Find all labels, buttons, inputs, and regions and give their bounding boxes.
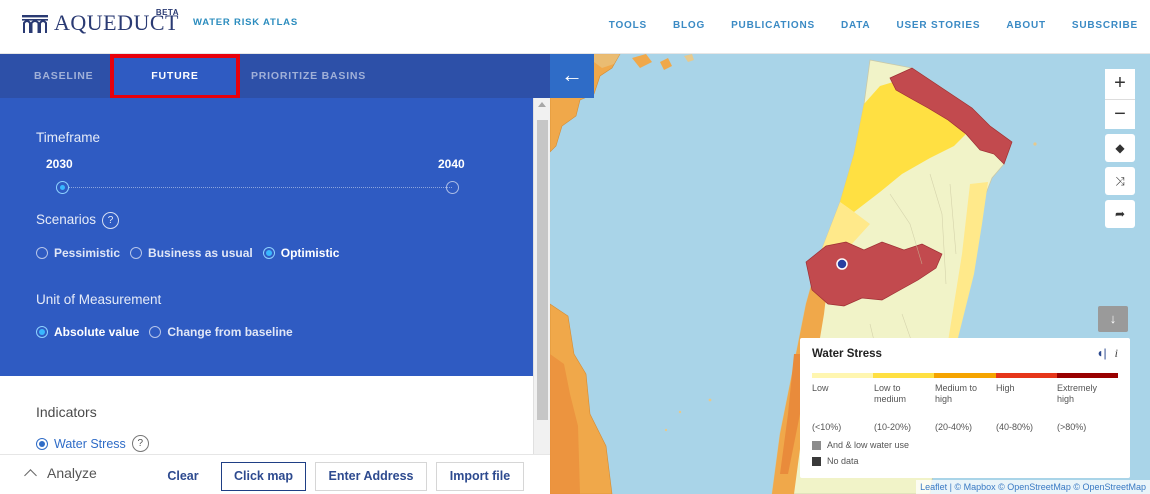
nav-blog[interactable]: BLOG (673, 20, 705, 31)
legend-label-high: High (996, 383, 1015, 393)
option-change-from-baseline[interactable]: Change from baseline (167, 325, 292, 339)
radio-change-from-baseline[interactable] (149, 326, 162, 338)
layers-icon: ◆ (1115, 141, 1125, 155)
layers-button[interactable]: ◆ (1105, 134, 1135, 162)
scroll-up-arrow-icon[interactable] (538, 102, 546, 107)
legend-swatch-arid (812, 440, 821, 450)
tab-prioritize-basins[interactable]: PRIORITIZE BASINS (251, 54, 366, 98)
option-pessimistic[interactable]: Pessimistic (54, 246, 120, 260)
legend-swatch-high (995, 373, 1057, 378)
indicator-water-stress[interactable]: Water Stress ? (36, 435, 149, 452)
radio-water-stress[interactable] (36, 437, 48, 450)
nav-user-stories[interactable]: USER STORIES (896, 20, 980, 31)
legend-label-low: Low (812, 383, 829, 393)
clear-button[interactable]: Clear (155, 462, 211, 491)
sidebar-scrollbar[interactable] (533, 98, 550, 454)
legend-arid: And & low water use (812, 440, 909, 450)
map-attribution[interactable]: Leaflet | © Mapbox © OpenStreetMap © Ope… (916, 480, 1150, 494)
highlight-annotation (110, 54, 240, 99)
radio-business-as-usual[interactable] (130, 247, 143, 259)
download-button[interactable]: ↓ (1098, 306, 1128, 332)
scenarios-options: Pessimistic Business as usual Optimistic (36, 246, 349, 260)
unit-label: Unit of Measurement (36, 292, 162, 307)
aqueduct-logo-icon (22, 15, 48, 33)
arrow-down-icon: ↓ (1109, 311, 1117, 326)
legend-swatch-nodata (812, 456, 821, 466)
scroll-thumb[interactable] (537, 120, 548, 420)
legend-label-extremely-high: Extremely high (1057, 383, 1098, 404)
indicators-label: Indicators (36, 404, 97, 420)
chevron-up-icon (24, 469, 37, 482)
radio-optimistic[interactable] (262, 247, 275, 259)
water-stress-legend: Water Stress ◖| i Low Low to medium Mediu… (800, 338, 1130, 478)
collapse-arrows-icon: ⤨ (1115, 174, 1125, 188)
timeframe-end: 2040 (438, 157, 465, 171)
legend-swatch-medium-high (934, 373, 996, 378)
info-icon[interactable]: i (1115, 346, 1118, 360)
site-subtitle: WATER RISK ATLAS (193, 17, 298, 28)
brand-name: AQUEDUCT BETA (54, 8, 179, 34)
legend-swatch-low (812, 373, 874, 378)
top-header: AQUEDUCT BETA WATER RISK ATLAS TOOLS BLO… (0, 0, 1150, 54)
tab-bar: BASELINE FUTURE PRIORITIZE BASINS (0, 54, 550, 99)
legend-color-bar (812, 373, 1119, 378)
scenarios-help-icon[interactable]: ? (102, 212, 120, 229)
legend-label-low-medium: Low to medium (874, 383, 907, 404)
legend-label-medium-high: Medium to high (935, 383, 978, 404)
share-button[interactable]: ➦ (1105, 200, 1135, 228)
zoom-in-button[interactable]: + (1105, 69, 1135, 99)
fit-bounds-button[interactable]: ⤨ (1105, 167, 1135, 195)
legend-range-low-medium: (10-20%) (874, 422, 912, 432)
timeframe-start: 2030 (46, 157, 73, 171)
legend-nodata: No data (812, 456, 859, 466)
timeframe-knob-2030[interactable] (56, 181, 69, 194)
water-stress-label[interactable]: Water Stress (54, 437, 126, 451)
zoom-control: + − (1105, 69, 1135, 129)
timeframe-knob-2040[interactable] (446, 181, 459, 194)
unit-options: Absolute value Change from baseline (36, 325, 303, 339)
enter-address-button[interactable]: Enter Address (315, 462, 427, 491)
zoom-out-button[interactable]: − (1105, 99, 1135, 129)
legend-range-medium-high: (20-40%) (935, 422, 973, 432)
analyze-toggle[interactable]: Analyze (22, 465, 97, 482)
analyze-bar: Analyze Clear Click map Enter Address Im… (0, 454, 550, 494)
nav-publications[interactable]: PUBLICATIONS (731, 20, 815, 31)
click-map-button[interactable]: Click map (221, 462, 306, 491)
future-settings-panel: Timeframe 2030 2040 Scenarios? Pessimist… (0, 98, 533, 376)
share-icon: ➦ (1114, 207, 1126, 221)
nav-about[interactable]: ABOUT (1006, 20, 1046, 31)
tab-baseline[interactable]: BASELINE (34, 54, 94, 98)
map-view[interactable]: ← + − ◆ ⤨ ➦ ↓ Water Stress ◖| i Low Low t… (550, 54, 1150, 494)
radio-absolute-value[interactable] (36, 326, 48, 338)
timeframe-label: Timeframe (36, 130, 101, 145)
legend-range-high: (40-80%) (996, 422, 1034, 432)
opacity-icon[interactable]: ◖| (1096, 346, 1106, 360)
option-optimistic[interactable]: Optimistic (281, 246, 340, 260)
nav-data[interactable]: DATA (841, 20, 871, 31)
main-nav: TOOLS BLOG PUBLICATIONS DATA USER STORIE… (609, 20, 1138, 31)
legend-controls: ◖| i (1096, 346, 1118, 361)
timeframe-slider-track[interactable] (62, 187, 452, 188)
collapse-sidebar-button[interactable]: ← (550, 54, 594, 98)
import-file-button[interactable]: Import file (436, 462, 524, 491)
legend-title: Water Stress (812, 348, 882, 360)
option-business-as-usual[interactable]: Business as usual (148, 246, 253, 260)
aqueduct-logo[interactable]: AQUEDUCT BETA WATER RISK ATLAS (22, 8, 298, 34)
water-stress-help-icon[interactable]: ? (131, 435, 149, 452)
legend-range-extremely-high: (>80%) (1057, 422, 1087, 432)
legend-range-low: (<10%) (812, 422, 842, 432)
beta-badge: BETA (155, 8, 179, 17)
legend-swatch-extremely-high (1056, 373, 1119, 378)
sidebar-panel: BASELINE FUTURE PRIORITIZE BASINS Timefr… (0, 54, 550, 494)
nav-subscribe[interactable]: SUBSCRIBE (1072, 20, 1138, 31)
option-absolute-value[interactable]: Absolute value (54, 325, 139, 339)
scenarios-label: Scenarios? (36, 212, 120, 229)
legend-swatch-low-medium (873, 373, 935, 378)
nav-tools[interactable]: TOOLS (609, 20, 647, 31)
radio-pessimistic[interactable] (36, 247, 48, 259)
